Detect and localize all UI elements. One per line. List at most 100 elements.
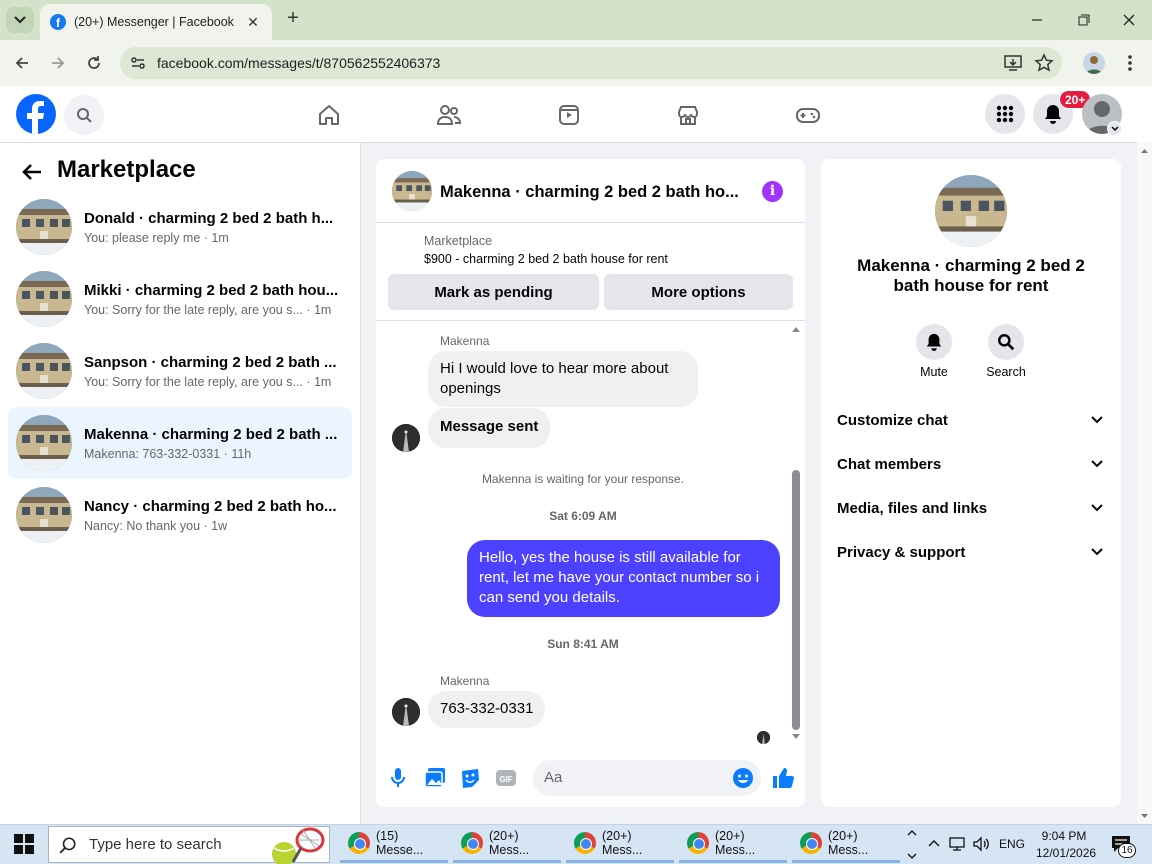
svg-text:GIF: GIF (499, 775, 512, 784)
chevron-updown-icon (907, 830, 917, 859)
gaming-nav-button[interactable] (794, 101, 822, 129)
search-in-chat-button[interactable] (988, 324, 1024, 360)
conversation-item[interactable]: Makenna · charming 2 bed 2 bath ... Maken… (8, 407, 352, 479)
conversation-name: Donald · charming 2 bed 2 bath h... (84, 209, 334, 227)
conversation-preview: You: Sorry for the late reply, are you s… (84, 302, 332, 317)
conversation-item[interactable]: Mikki · charming 2 bed 2 bath hou... You:… (8, 263, 352, 335)
taskbar-chrome-window[interactable]: (20+) Mess... (792, 826, 900, 863)
close-window-button[interactable] (1114, 8, 1144, 32)
details-avatar[interactable] (935, 175, 1007, 247)
language-indicator[interactable]: ENG (999, 837, 1025, 851)
tab-search-button[interactable] (6, 7, 34, 33)
forward-button[interactable] (47, 52, 69, 74)
network-icon[interactable] (948, 836, 966, 852)
photo-icon[interactable] (424, 767, 446, 789)
maximize-button[interactable] (1068, 8, 1098, 32)
clock[interactable]: 9:04 PM 12/01/2026 (1036, 828, 1096, 862)
conversation-preview: You: please reply me · 1m (84, 230, 229, 245)
row-label: Privacy & support (837, 543, 966, 561)
sender-avatar[interactable] (392, 424, 420, 452)
mute-label: Mute (920, 365, 948, 379)
site-info-icon[interactable] (128, 53, 148, 73)
tray-overflow-icon[interactable] (927, 836, 941, 850)
more-options-button[interactable]: More options (604, 274, 793, 310)
incoming-message[interactable]: Hi I would love to hear more about openi… (428, 351, 698, 407)
volume-icon[interactable] (972, 836, 990, 852)
like-thumb-icon[interactable] (771, 766, 795, 790)
browser-menu-icon[interactable] (1120, 52, 1140, 74)
chat-header-avatar[interactable] (392, 171, 432, 211)
facebook-logo-icon[interactable] (16, 94, 56, 134)
clock-time: 9:04 PM (1041, 829, 1087, 843)
account-caret[interactable] (1107, 121, 1122, 136)
taskbar-window-title: (20+) Mess... (828, 829, 869, 857)
mark-as-pending-button[interactable]: Mark as pending (388, 274, 599, 310)
read-receipt-avatar (757, 731, 770, 744)
incoming-message[interactable]: 763-332-0331 (428, 691, 546, 728)
gif-icon[interactable]: GIF (495, 767, 517, 789)
conversation-item[interactable]: Sanpson · charming 2 bed 2 bath ... You: … (8, 335, 352, 407)
conversation-thumbnail (16, 487, 72, 543)
conversation-text: Sanpson · charming 2 bed 2 bath ... You: … (84, 354, 340, 389)
waiting-notice: Makenna is waiting for your response. (481, 472, 685, 486)
row-label: Chat members (837, 455, 942, 473)
install-app-icon[interactable] (1003, 53, 1023, 73)
bookmark-star-icon[interactable] (1034, 53, 1054, 73)
message-input[interactable]: Aa (533, 760, 761, 796)
row-label: Media, files and links (837, 499, 988, 517)
row-label: Customize chat (837, 411, 948, 429)
friends-nav-button[interactable] (435, 101, 463, 129)
privacy-support-row[interactable]: Privacy & support (837, 530, 1107, 574)
mute-button[interactable] (916, 324, 952, 360)
menu-button[interactable] (985, 94, 1025, 134)
listing-title[interactable]: $900 - charming 2 bed 2 bath house for r… (424, 252, 668, 266)
close-icon (1123, 14, 1135, 26)
chrome-icon (461, 832, 483, 854)
taskbar-chrome-window[interactable]: (15) Messe... (340, 826, 448, 863)
minimize-button[interactable] (1022, 8, 1052, 32)
browser-tab[interactable]: f (20+) Messenger | Facebook ✕ (40, 4, 272, 40)
taskbar-scroll[interactable] (906, 826, 918, 863)
emoji-icon[interactable] (732, 767, 754, 789)
video-nav-button[interactable] (555, 101, 583, 129)
scrollbar-thumb[interactable] (792, 470, 800, 730)
browser-profile-avatar[interactable] (1083, 52, 1105, 74)
conversation-item[interactable]: Donald · charming 2 bed 2 bath h... You: … (8, 191, 352, 263)
reload-button[interactable] (83, 52, 105, 74)
conversation-thumbnail (16, 343, 72, 399)
chat-title[interactable]: Makenna · charming 2 bed 2 bath ho... (440, 183, 745, 202)
page-scrollbar[interactable] (1137, 143, 1152, 824)
microphone-icon[interactable] (389, 767, 407, 789)
video-icon (559, 105, 579, 125)
windows-start-icon[interactable] (14, 834, 34, 854)
grid-menu-icon (996, 105, 1014, 123)
taskbar-chrome-window[interactable]: (20+) Mess... (679, 826, 787, 863)
address-bar[interactable]: facebook.com/messages/t/870562552406373 (120, 47, 1062, 79)
back-button[interactable] (11, 52, 33, 74)
taskbar-chrome-window[interactable]: (20+) Mess... (453, 826, 561, 863)
marketplace-nav-button[interactable] (674, 101, 702, 129)
customize-chat-row[interactable]: Customize chat (837, 398, 1107, 442)
home-nav-button[interactable] (315, 101, 343, 129)
notification-center-button[interactable]: 16 (1110, 834, 1138, 858)
taskbar-chrome-window[interactable]: (20+) Mess... (566, 826, 674, 863)
conversation-name: Makenna · charming 2 bed 2 bath ... (84, 425, 338, 443)
media-files-links-row[interactable]: Media, files and links (837, 486, 1107, 530)
sticker-icon[interactable] (459, 767, 481, 789)
outgoing-message[interactable]: Hello, yes the house is still available … (467, 540, 780, 617)
conversation-item[interactable]: Nancy · charming 2 bed 2 bath ho... Nancy… (8, 479, 352, 551)
info-icon[interactable]: i (762, 181, 783, 202)
chrome-icon (348, 832, 370, 854)
facebook-search-button[interactable] (64, 95, 104, 135)
conversation-name: Mikki · charming 2 bed 2 bath hou... (84, 281, 339, 299)
close-tab-icon[interactable]: ✕ (244, 14, 262, 31)
chat-members-row[interactable]: Chat members (837, 442, 1107, 486)
chevron-down-icon (1091, 460, 1103, 468)
tennis-search-highlight-icon (268, 826, 330, 864)
back-arrow-icon[interactable] (20, 160, 44, 184)
home-icon (319, 105, 339, 125)
new-tab-button[interactable]: + (282, 8, 304, 30)
sender-avatar[interactable] (392, 698, 420, 726)
arrow-right-icon (52, 57, 65, 69)
incoming-message[interactable]: Message sent (428, 408, 551, 448)
